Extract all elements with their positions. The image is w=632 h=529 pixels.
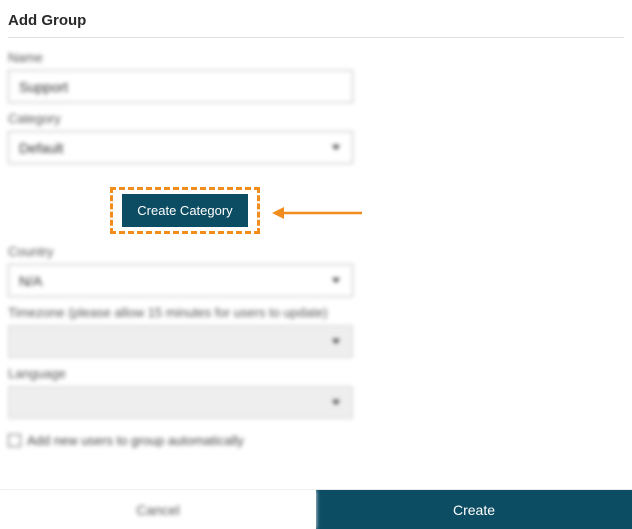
chevron-down-icon [332,278,340,283]
dialog-footer: Cancel Create [0,489,632,529]
country-select-value: N/A [19,273,42,289]
create-category-button[interactable]: Create Category [122,194,247,227]
name-input-value: Support [19,79,68,95]
chevron-down-icon [332,145,340,150]
timezone-select[interactable] [8,325,353,358]
divider [8,37,624,38]
cancel-button[interactable]: Cancel [0,490,316,529]
name-input[interactable]: Support [8,70,353,103]
callout-arrow-icon [272,206,362,220]
country-select[interactable]: N/A [8,264,353,297]
auto-add-checkbox-label: Add new users to group automatically [27,433,244,448]
category-select-value: Default [19,140,63,156]
language-label: Language [8,366,624,381]
auto-add-checkbox-row[interactable]: Add new users to group automatically [8,433,624,448]
callout-highlight: Create Category [110,187,260,234]
chevron-down-icon [332,339,340,344]
country-label: Country [8,244,624,259]
category-select[interactable]: Default [8,131,353,164]
checkbox-icon[interactable] [8,434,21,447]
category-label: Category [8,111,624,126]
language-select[interactable] [8,386,353,419]
dialog-title: Add Group [8,8,624,37]
timezone-label: Timezone (please allow 15 minutes for us… [8,305,624,320]
chevron-down-icon [332,400,340,405]
name-label: Name [8,50,624,65]
form-body: Name Support Category Default Country N/… [8,50,624,448]
spacer [8,164,624,236]
create-button[interactable]: Create [316,490,632,529]
